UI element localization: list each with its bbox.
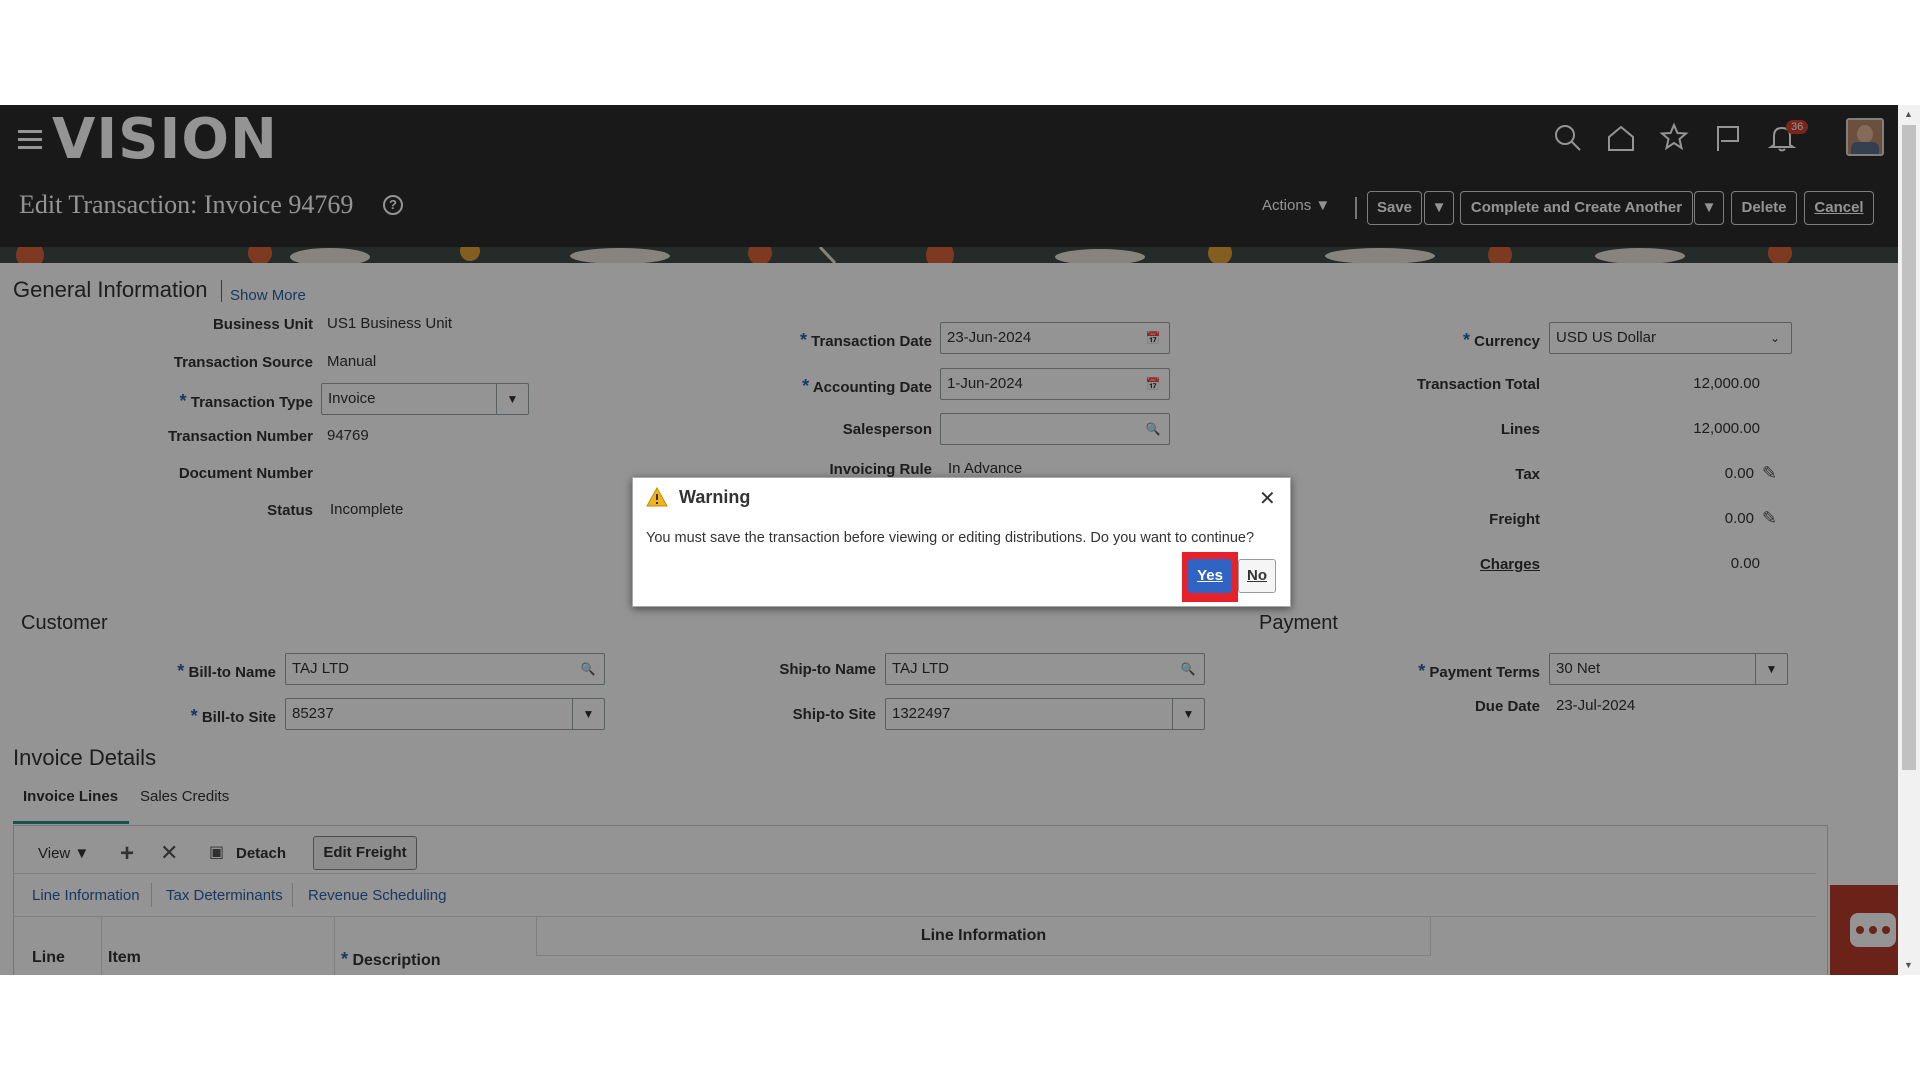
dialog-title: Warning: [679, 487, 751, 507]
scrollbar-thumb[interactable]: [1902, 125, 1916, 770]
app-window: VISION 36 Edit Transaction: Invoice 9476…: [0, 105, 1920, 975]
warning-dialog: Warning ✕ You must save the transaction …: [632, 477, 1291, 607]
scroll-down-icon[interactable]: ▼: [1904, 960, 1913, 970]
yes-button[interactable]: Yes: [1188, 559, 1232, 593]
no-button[interactable]: No: [1238, 559, 1276, 593]
vertical-scrollbar[interactable]: ▲ ▼: [1898, 105, 1920, 975]
close-icon[interactable]: ✕: [1259, 486, 1276, 511]
scroll-up-icon[interactable]: ▲: [1904, 109, 1913, 119]
warning-icon: [646, 486, 668, 512]
dialog-message: You must save the transaction before vie…: [646, 530, 1255, 546]
